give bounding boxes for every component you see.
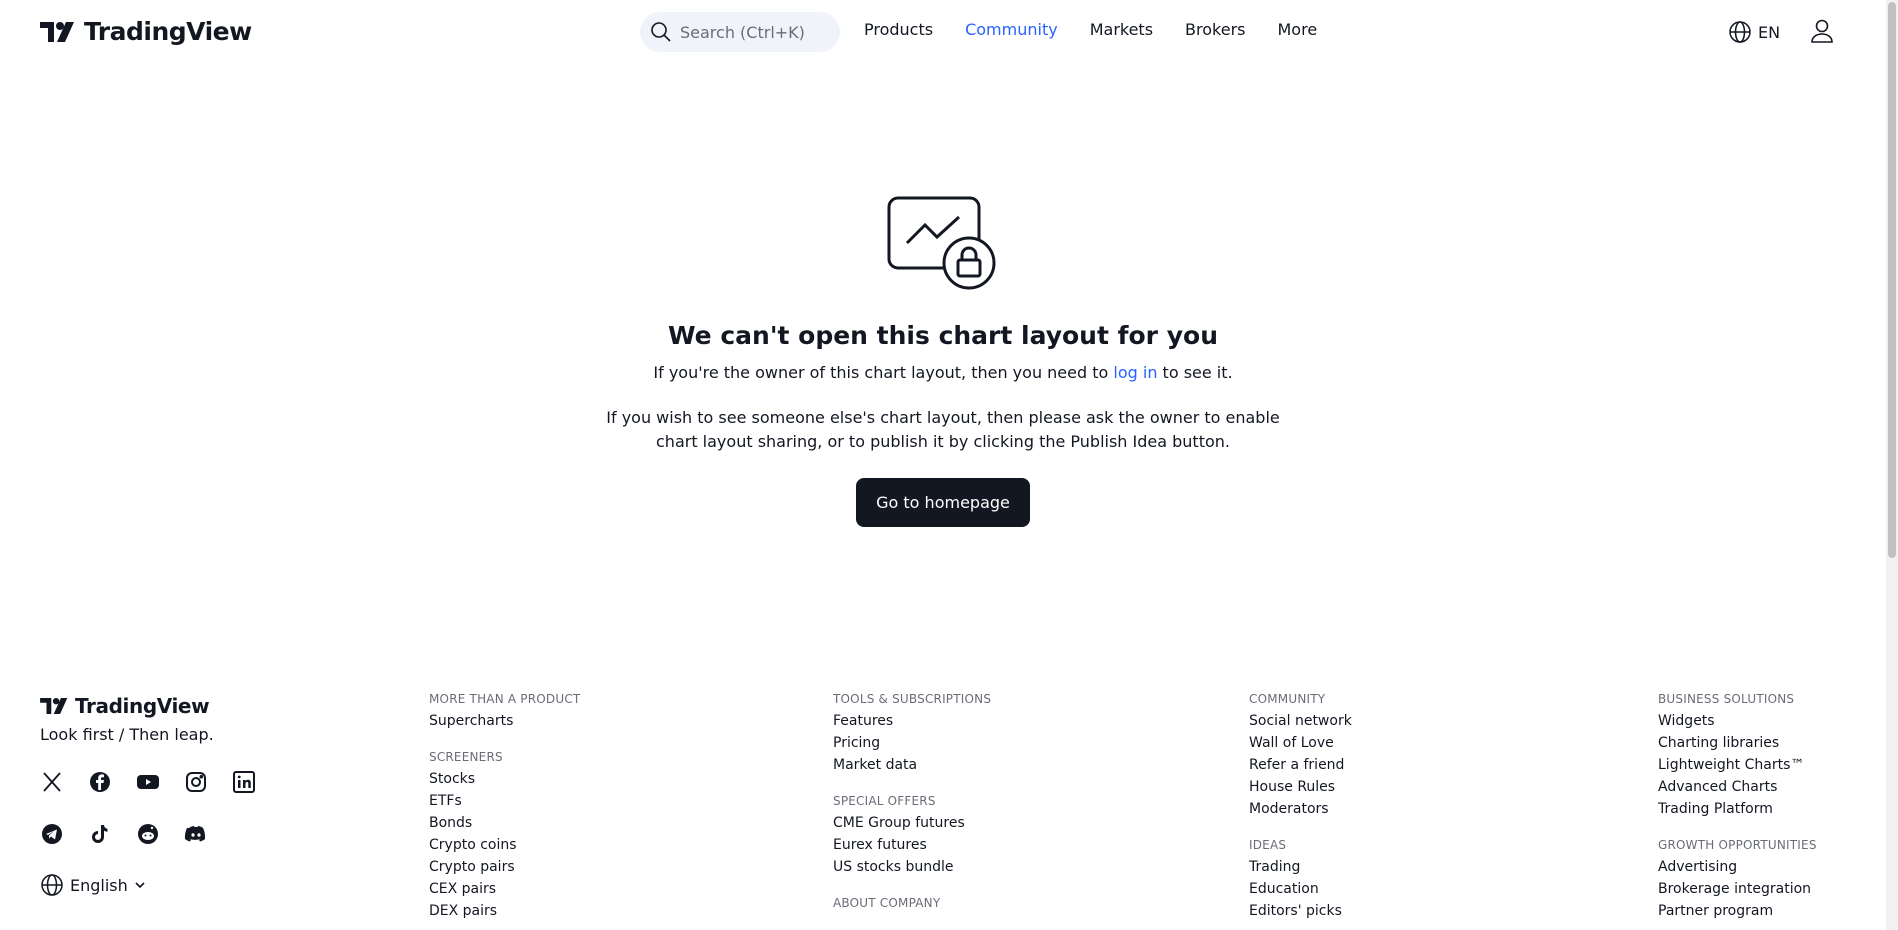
- facebook-icon[interactable]: [88, 770, 136, 798]
- footer-logo-text: TradingView: [75, 694, 210, 718]
- scrollbar-thumb[interactable]: [1888, 2, 1896, 558]
- footer-column-business: BUSINESS SOLUTIONS Widgets Charting libr…: [1658, 690, 1817, 922]
- logo-text: TradingView: [84, 17, 252, 46]
- sharing-message: If you wish to see someone else's chart …: [606, 408, 1280, 451]
- footer-link[interactable]: Market data: [833, 754, 991, 776]
- footer-link[interactable]: Refer a friend: [1249, 754, 1352, 776]
- search-box[interactable]: [640, 12, 840, 52]
- footer-link[interactable]: Supercharts: [429, 710, 580, 732]
- tradingview-logo-icon: [40, 21, 74, 42]
- user-menu-button[interactable]: [1809, 18, 1835, 48]
- nav-community[interactable]: Community: [965, 20, 1058, 39]
- owner-message-start: If you're the owner of this chart layout…: [653, 363, 1109, 382]
- go-to-homepage-button[interactable]: Go to homepage: [856, 478, 1030, 527]
- footer-language-select[interactable]: English: [40, 873, 146, 897]
- footer-tagline: Look first / Then leap.: [40, 725, 214, 744]
- footer-link[interactable]: Trading Platform: [1658, 798, 1817, 820]
- footer-link[interactable]: Social network: [1249, 710, 1352, 732]
- globe-icon: [1729, 21, 1751, 43]
- footer-heading: ABOUT COMPANY: [833, 896, 941, 910]
- footer-link[interactable]: Education: [1249, 878, 1352, 900]
- reddit-icon[interactable]: [136, 822, 184, 850]
- nav-more[interactable]: More: [1278, 20, 1318, 39]
- footer-column-tools: TOOLS & SUBSCRIPTIONS Features Pricing M…: [833, 690, 991, 914]
- search-icon: [651, 22, 671, 42]
- discord-icon[interactable]: [184, 822, 232, 850]
- page-scrollbar[interactable]: [1886, 0, 1898, 930]
- globe-icon: [41, 874, 63, 896]
- footer-logo[interactable]: TradingView: [40, 694, 210, 718]
- footer-link[interactable]: Advanced Charts: [1658, 776, 1817, 798]
- footer-language-label: English: [70, 875, 128, 895]
- footer-link[interactable]: House Rules: [1249, 776, 1352, 798]
- tiktok-icon[interactable]: [88, 822, 136, 850]
- instagram-icon[interactable]: [184, 770, 232, 798]
- owner-message: If you're the owner of this chart layout…: [0, 362, 1886, 384]
- header: TradingView Products Community Markets B…: [0, 0, 1886, 64]
- page-title: We can't open this chart layout for you: [668, 321, 1218, 350]
- language-switcher[interactable]: EN: [1728, 20, 1780, 44]
- footer-link[interactable]: Stocks: [429, 768, 580, 790]
- footer-link[interactable]: Trading: [1249, 856, 1352, 878]
- footer-link[interactable]: Eurex futures: [833, 834, 991, 856]
- footer-column-product: MORE THAN A PRODUCT Supercharts SCREENER…: [429, 690, 580, 922]
- footer-heading: SPECIAL OFFERS: [833, 794, 936, 808]
- footer-heading: BUSINESS SOLUTIONS: [1658, 692, 1795, 706]
- footer-link[interactable]: CME Group futures: [833, 812, 991, 834]
- nav-brokers[interactable]: Brokers: [1185, 20, 1245, 39]
- footer-link[interactable]: Charting libraries: [1658, 732, 1817, 754]
- linkedin-icon[interactable]: [232, 770, 280, 798]
- footer-link[interactable]: Pricing: [833, 732, 991, 754]
- footer-link[interactable]: Advertising: [1658, 856, 1817, 878]
- nav-products[interactable]: Products: [864, 20, 933, 39]
- footer-link[interactable]: Moderators: [1249, 798, 1352, 820]
- footer-heading: COMMUNITY: [1249, 692, 1326, 706]
- footer: TradingView Look first / Then leap. Engl…: [0, 690, 1886, 930]
- x-icon[interactable]: [40, 770, 88, 798]
- youtube-icon[interactable]: [136, 770, 184, 798]
- footer-heading: GROWTH OPPORTUNITIES: [1658, 838, 1817, 852]
- footer-link[interactable]: Brokerage integration: [1658, 878, 1817, 900]
- search-input[interactable]: [680, 22, 830, 42]
- footer-heading: TOOLS & SUBSCRIPTIONS: [833, 692, 992, 706]
- footer-link[interactable]: Lightweight Charts™: [1658, 754, 1817, 776]
- footer-column-community: COMMUNITY Social network Wall of Love Re…: [1249, 690, 1352, 922]
- footer-heading: MORE THAN A PRODUCT: [429, 692, 581, 706]
- user-icon: [1811, 19, 1833, 43]
- footer-link[interactable]: CEX pairs: [429, 878, 580, 900]
- main-content: We can't open this chart layout for you …: [0, 195, 1886, 527]
- tradingview-logo[interactable]: TradingView: [40, 17, 252, 46]
- footer-link[interactable]: Crypto pairs: [429, 856, 580, 878]
- footer-link[interactable]: Crypto coins: [429, 834, 580, 856]
- footer-link[interactable]: Editors' picks: [1249, 900, 1352, 922]
- footer-link[interactable]: Widgets: [1658, 710, 1817, 732]
- footer-link[interactable]: Bonds: [429, 812, 580, 834]
- footer-heading: IDEAS: [1249, 838, 1287, 852]
- chevron-down-icon: [135, 882, 145, 889]
- footer-link[interactable]: Features: [833, 710, 991, 732]
- footer-heading: SCREENERS: [429, 750, 503, 764]
- telegram-icon[interactable]: [40, 822, 88, 850]
- nav-markets[interactable]: Markets: [1090, 20, 1153, 39]
- language-code: EN: [1758, 22, 1781, 42]
- footer-link[interactable]: Wall of Love: [1249, 732, 1352, 754]
- footer-link[interactable]: US stocks bundle: [833, 856, 991, 878]
- owner-message-end: to see it.: [1162, 363, 1233, 382]
- footer-link[interactable]: Partner program: [1658, 900, 1817, 922]
- login-link[interactable]: log in: [1113, 363, 1157, 382]
- footer-link[interactable]: ETFs: [429, 790, 580, 812]
- social-links: [40, 770, 280, 850]
- locked-chart-icon: [887, 196, 996, 290]
- main-nav: Products Community Markets Brokers More: [864, 20, 1317, 39]
- footer-link[interactable]: DEX pairs: [429, 900, 580, 922]
- tradingview-logo-icon: [40, 698, 68, 714]
